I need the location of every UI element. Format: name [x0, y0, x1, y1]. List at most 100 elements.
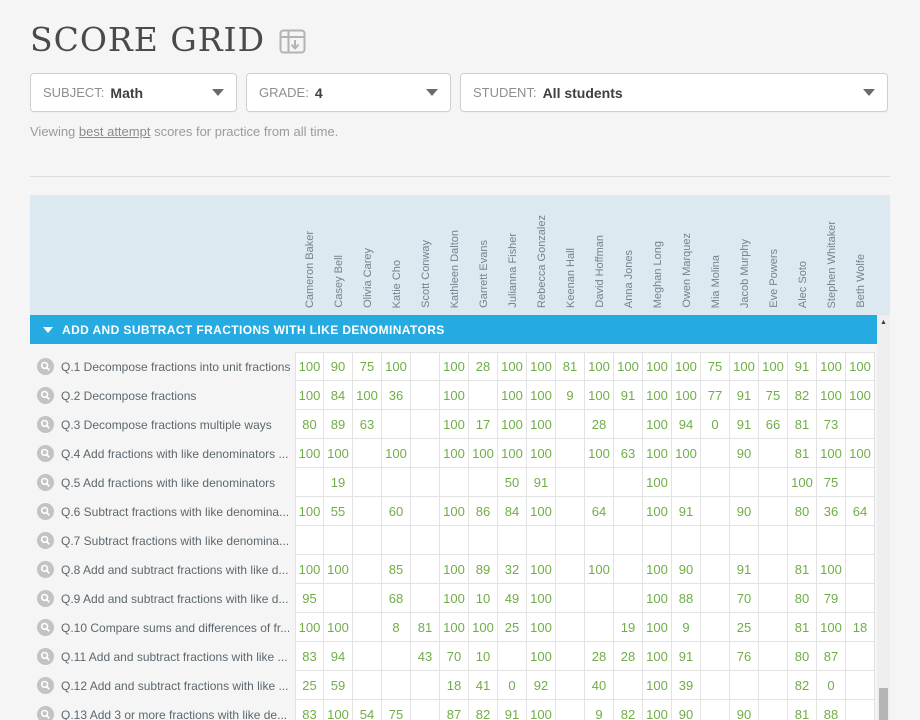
scrollbar-thumb[interactable]	[879, 688, 888, 720]
score-cell: 28	[585, 642, 614, 671]
score-cell: 100	[643, 642, 672, 671]
magnifier-icon[interactable]	[37, 503, 54, 520]
score-cell	[585, 584, 614, 613]
score-cell: 91	[672, 642, 701, 671]
score-cell: 79	[817, 584, 846, 613]
score-cell: 100	[469, 439, 498, 468]
score-cell	[382, 410, 411, 439]
viewing-suffix: scores for practice from all time.	[150, 124, 338, 139]
score-cell	[759, 439, 788, 468]
score-cell: 91	[730, 410, 759, 439]
score-cell: 90	[730, 439, 759, 468]
score-cell	[556, 497, 585, 526]
score-cell: 91	[730, 555, 759, 584]
magnifier-icon[interactable]	[37, 561, 54, 578]
score-cells: 10055601008684100641009190803664	[295, 497, 875, 526]
magnifier-icon[interactable]	[37, 445, 54, 462]
subject-dropdown-value: Math	[110, 85, 143, 101]
score-cell: 100	[324, 555, 353, 584]
student-name: Katie Cho	[391, 260, 403, 308]
score-cell	[701, 439, 730, 468]
question-label-text[interactable]: Q.8 Add and subtract fractions with like…	[61, 563, 291, 577]
section-header[interactable]: ADD AND SUBTRACT FRACTIONS WITH LIKE DEN…	[30, 315, 877, 344]
magnifier-icon[interactable]	[37, 677, 54, 694]
page-title: SCORE GRID	[30, 20, 265, 59]
score-cell	[672, 468, 701, 497]
score-cell	[411, 352, 440, 381]
score-cell: 100	[295, 352, 324, 381]
question-label-text[interactable]: Q.5 Add fractions with like denominators	[61, 476, 291, 490]
question-label-text[interactable]: Q.9 Add and subtract fractions with like…	[61, 592, 291, 606]
magnifier-icon[interactable]	[37, 590, 54, 607]
question-label-text[interactable]: Q.1 Decompose fractions into unit fracti…	[61, 360, 291, 374]
student-column-header: David Hoffman	[585, 195, 614, 315]
question-label-text[interactable]: Q.6 Subtract fractions with like denomin…	[61, 505, 291, 519]
score-cell: 100	[846, 381, 875, 410]
question-label-text[interactable]: Q.11 Add and subtract fractions with lik…	[61, 650, 291, 664]
best-attempt-link[interactable]: best attempt	[79, 124, 151, 139]
score-cell	[440, 468, 469, 497]
question-label-text[interactable]: Q.7 Subtract fractions with like denomin…	[61, 534, 291, 548]
score-cell: 59	[324, 671, 353, 700]
question-label-text[interactable]: Q.2 Decompose fractions	[61, 389, 291, 403]
score-cell: 63	[353, 410, 382, 439]
subject-dropdown-label: SUBJECT:	[43, 85, 104, 100]
student-column-header: Garrett Evans	[469, 195, 498, 315]
magnifier-icon[interactable]	[37, 619, 54, 636]
question-label-text[interactable]: Q.10 Compare sums and differences of fr.…	[61, 621, 291, 635]
divider	[30, 176, 890, 177]
export-grid-icon[interactable]	[279, 29, 306, 54]
score-cells: 1008410036100100100910091100100779175821…	[295, 381, 875, 410]
student-name: Eve Powers	[768, 249, 780, 308]
student-column-header: Olivia Carey	[353, 195, 382, 315]
magnifier-icon[interactable]	[37, 358, 54, 375]
score-cell: 81	[788, 439, 817, 468]
score-cell: 83	[295, 700, 324, 720]
student-column-header: Beth Wolfe	[846, 195, 875, 315]
score-cell: 0	[817, 671, 846, 700]
score-cell	[411, 468, 440, 497]
score-cell: 25	[498, 613, 527, 642]
score-cell	[701, 555, 730, 584]
score-cell	[846, 555, 875, 584]
score-cell: 100	[672, 381, 701, 410]
score-cell: 100	[585, 555, 614, 584]
score-cell: 100	[846, 352, 875, 381]
question-row-label: Q.3 Decompose fractions multiple ways	[30, 410, 295, 439]
section-title: ADD AND SUBTRACT FRACTIONS WITH LIKE DEN…	[62, 323, 445, 337]
magnifier-icon[interactable]	[37, 387, 54, 404]
score-cell: 88	[817, 700, 846, 720]
score-cell	[469, 468, 498, 497]
score-cell: 80	[788, 497, 817, 526]
grade-dropdown[interactable]: GRADE: 4	[246, 73, 451, 112]
score-cell	[411, 584, 440, 613]
magnifier-icon[interactable]	[37, 474, 54, 491]
student-dropdown-value: All students	[543, 85, 623, 101]
score-cell	[846, 671, 875, 700]
student-column-header: Cameron Baker	[295, 195, 324, 315]
vertical-scrollbar[interactable]: ▲	[877, 315, 890, 720]
magnifier-icon[interactable]	[37, 532, 54, 549]
subject-dropdown[interactable]: SUBJECT: Math	[30, 73, 237, 112]
magnifier-icon[interactable]	[37, 416, 54, 433]
magnifier-icon[interactable]	[37, 648, 54, 665]
score-cell: 36	[382, 381, 411, 410]
score-cell: 100	[643, 410, 672, 439]
score-cell: 100	[498, 410, 527, 439]
question-label-text[interactable]: Q.4 Add fractions with like denominators…	[61, 447, 291, 461]
student-dropdown[interactable]: STUDENT: All students	[460, 73, 888, 112]
student-names: Cameron BakerCasey BellOlivia CareyKatie…	[295, 195, 875, 315]
score-cell: 100	[788, 468, 817, 497]
score-cell	[411, 381, 440, 410]
question-label-text[interactable]: Q.12 Add and subtract fractions with lik…	[61, 679, 291, 693]
score-cell: 68	[382, 584, 411, 613]
student-column-header: Anna Jones	[614, 195, 643, 315]
scrollbar-up-arrow[interactable]: ▲	[877, 315, 890, 329]
section-collapse-icon	[43, 327, 53, 333]
score-cell	[353, 468, 382, 497]
question-label-text[interactable]: Q.3 Decompose fractions multiple ways	[61, 418, 291, 432]
magnifier-icon[interactable]	[37, 706, 54, 720]
question-label-text[interactable]: Q.13 Add 3 or more fractions with like d…	[61, 708, 291, 720]
grade-dropdown-label: GRADE:	[259, 85, 309, 100]
score-cell: 100	[643, 439, 672, 468]
